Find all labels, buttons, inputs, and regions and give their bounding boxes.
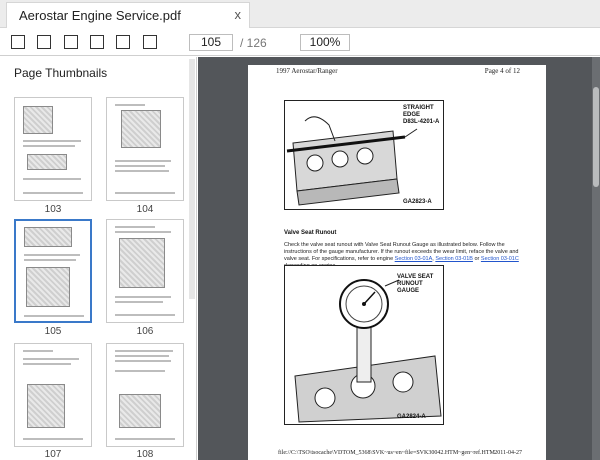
pdf-page: 1997 Aerostar/Ranger Page 4 of 12 STRAIG… <box>248 65 546 460</box>
toolbar-button-6[interactable] <box>143 35 157 49</box>
figure-straight-edge: STRAIGHT EDGE D83L-4201-A GA2823-A <box>284 100 444 210</box>
sidebar-title: Page Thumbnails <box>14 66 108 80</box>
sidebar-scrollbar[interactable] <box>189 59 195 299</box>
thumb-text-line <box>115 170 169 172</box>
viewer-scrollbar[interactable] <box>592 57 600 460</box>
thumb-text-line <box>115 165 165 167</box>
close-icon[interactable]: x <box>235 7 242 22</box>
thumb-text-line <box>115 355 169 357</box>
thumb-figure <box>27 154 67 170</box>
link-section-03-01a[interactable]: Section 03-01A <box>395 256 433 262</box>
figure-label-line1: VALVE SEAT <box>397 274 434 280</box>
link-section-03-01b[interactable]: Section 03-01B <box>435 256 473 262</box>
toolbar-button-3[interactable] <box>64 35 78 49</box>
scrollbar-thumb[interactable] <box>593 87 599 187</box>
page-total: / 126 <box>240 36 267 50</box>
toolbar-button-4[interactable] <box>90 35 104 49</box>
thumb-text-line <box>115 350 173 352</box>
thumb-figure <box>23 106 53 134</box>
thumb-text-line <box>23 358 79 360</box>
thumbnail-label: 103 <box>44 204 62 215</box>
thumb-text-line <box>23 192 83 194</box>
thumb-figure <box>119 394 161 428</box>
thumbnail-page-104[interactable] <box>106 97 184 201</box>
thumb-figure <box>121 110 161 148</box>
thumbnail-page-106[interactable] <box>106 219 184 323</box>
figure-label-line2: RUNOUT GAUGE <box>397 281 423 294</box>
section-title: Valve Seat Runout <box>284 230 337 236</box>
thumb-text-line <box>23 140 81 142</box>
thumb-text-line <box>23 145 75 147</box>
thumbnail-page-103[interactable] <box>14 97 92 201</box>
document-tab[interactable]: Aerostar Engine Service.pdf x <box>6 2 250 28</box>
thumbnail-label: 104 <box>136 204 154 215</box>
figure-label-line1: STRAIGHT <box>403 105 434 111</box>
thumb-text-line <box>115 226 155 228</box>
thumb-text-line <box>115 104 145 106</box>
page-footer-left: file://C:\TSO\tsocache\VDTOM_5368\SVK~us… <box>278 450 495 456</box>
thumbnail-label: 105 <box>44 326 62 337</box>
thumb-text-line <box>115 370 165 372</box>
tab-bar: Aerostar Engine Service.pdf x <box>0 0 600 28</box>
thumbnail-label: 107 <box>44 449 62 460</box>
paragraph-text: or <box>472 256 481 262</box>
page-number-input[interactable]: 105 <box>189 34 233 51</box>
link-section-03-01c[interactable]: Section 03-01C <box>481 256 519 262</box>
thumbnail-page-107[interactable] <box>14 343 92 447</box>
thumb-text-line <box>24 254 80 256</box>
thumb-text-line <box>115 301 163 303</box>
zoom-input[interactable]: 100% <box>300 34 350 51</box>
toolbar-button-1[interactable] <box>11 35 25 49</box>
thumb-figure <box>119 238 165 288</box>
figure-label-line2: EDGE <box>403 112 421 118</box>
tab-title: Aerostar Engine Service.pdf <box>19 8 181 23</box>
figure-id: GA2823-A <box>403 199 432 205</box>
thumb-figure <box>24 227 72 247</box>
document-viewer[interactable]: 1997 Aerostar/Ranger Page 4 of 12 STRAIG… <box>198 57 600 460</box>
thumb-text-line <box>115 231 171 233</box>
thumb-text-line <box>24 259 76 261</box>
figure-id: GA2824-A <box>397 414 426 420</box>
figure-runout-gauge: VALVE SEAT RUNOUT GAUGE GA2824-A <box>284 265 444 425</box>
thumbnail-page-105[interactable] <box>14 219 92 323</box>
thumbnail-sidebar: Page Thumbnails 103 104 105 106 107 108 <box>0 57 197 460</box>
figure-label-line3: D83L-4201-A <box>403 119 440 125</box>
thumbnail-label: 106 <box>136 326 154 337</box>
thumb-text-line <box>23 178 81 180</box>
toolbar-button-5[interactable] <box>116 35 130 49</box>
thumb-figure <box>27 384 65 428</box>
page-header-left: 1997 Aerostar/Ranger <box>276 67 338 75</box>
thumb-text-line <box>115 438 175 440</box>
toolbar: 105 / 126 100% <box>0 28 600 56</box>
thumb-text-line <box>23 438 83 440</box>
page-footer-right: 2011-04-27 <box>494 450 522 456</box>
thumb-text-line <box>24 315 84 317</box>
thumb-text-line <box>115 160 171 162</box>
thumb-text-line <box>115 296 171 298</box>
thumb-figure <box>26 267 70 307</box>
thumb-text-line <box>23 350 53 352</box>
figure-straight-edge-drawing <box>286 116 418 206</box>
toolbar-button-2[interactable] <box>37 35 51 49</box>
page-header-right: Page 4 of 12 <box>484 67 520 75</box>
thumb-text-line <box>115 192 175 194</box>
thumb-text-line <box>115 314 175 316</box>
thumb-text-line <box>23 363 71 365</box>
thumb-text-line <box>115 360 171 362</box>
thumbnail-label: 108 <box>136 449 154 460</box>
thumbnail-page-108[interactable] <box>106 343 184 447</box>
